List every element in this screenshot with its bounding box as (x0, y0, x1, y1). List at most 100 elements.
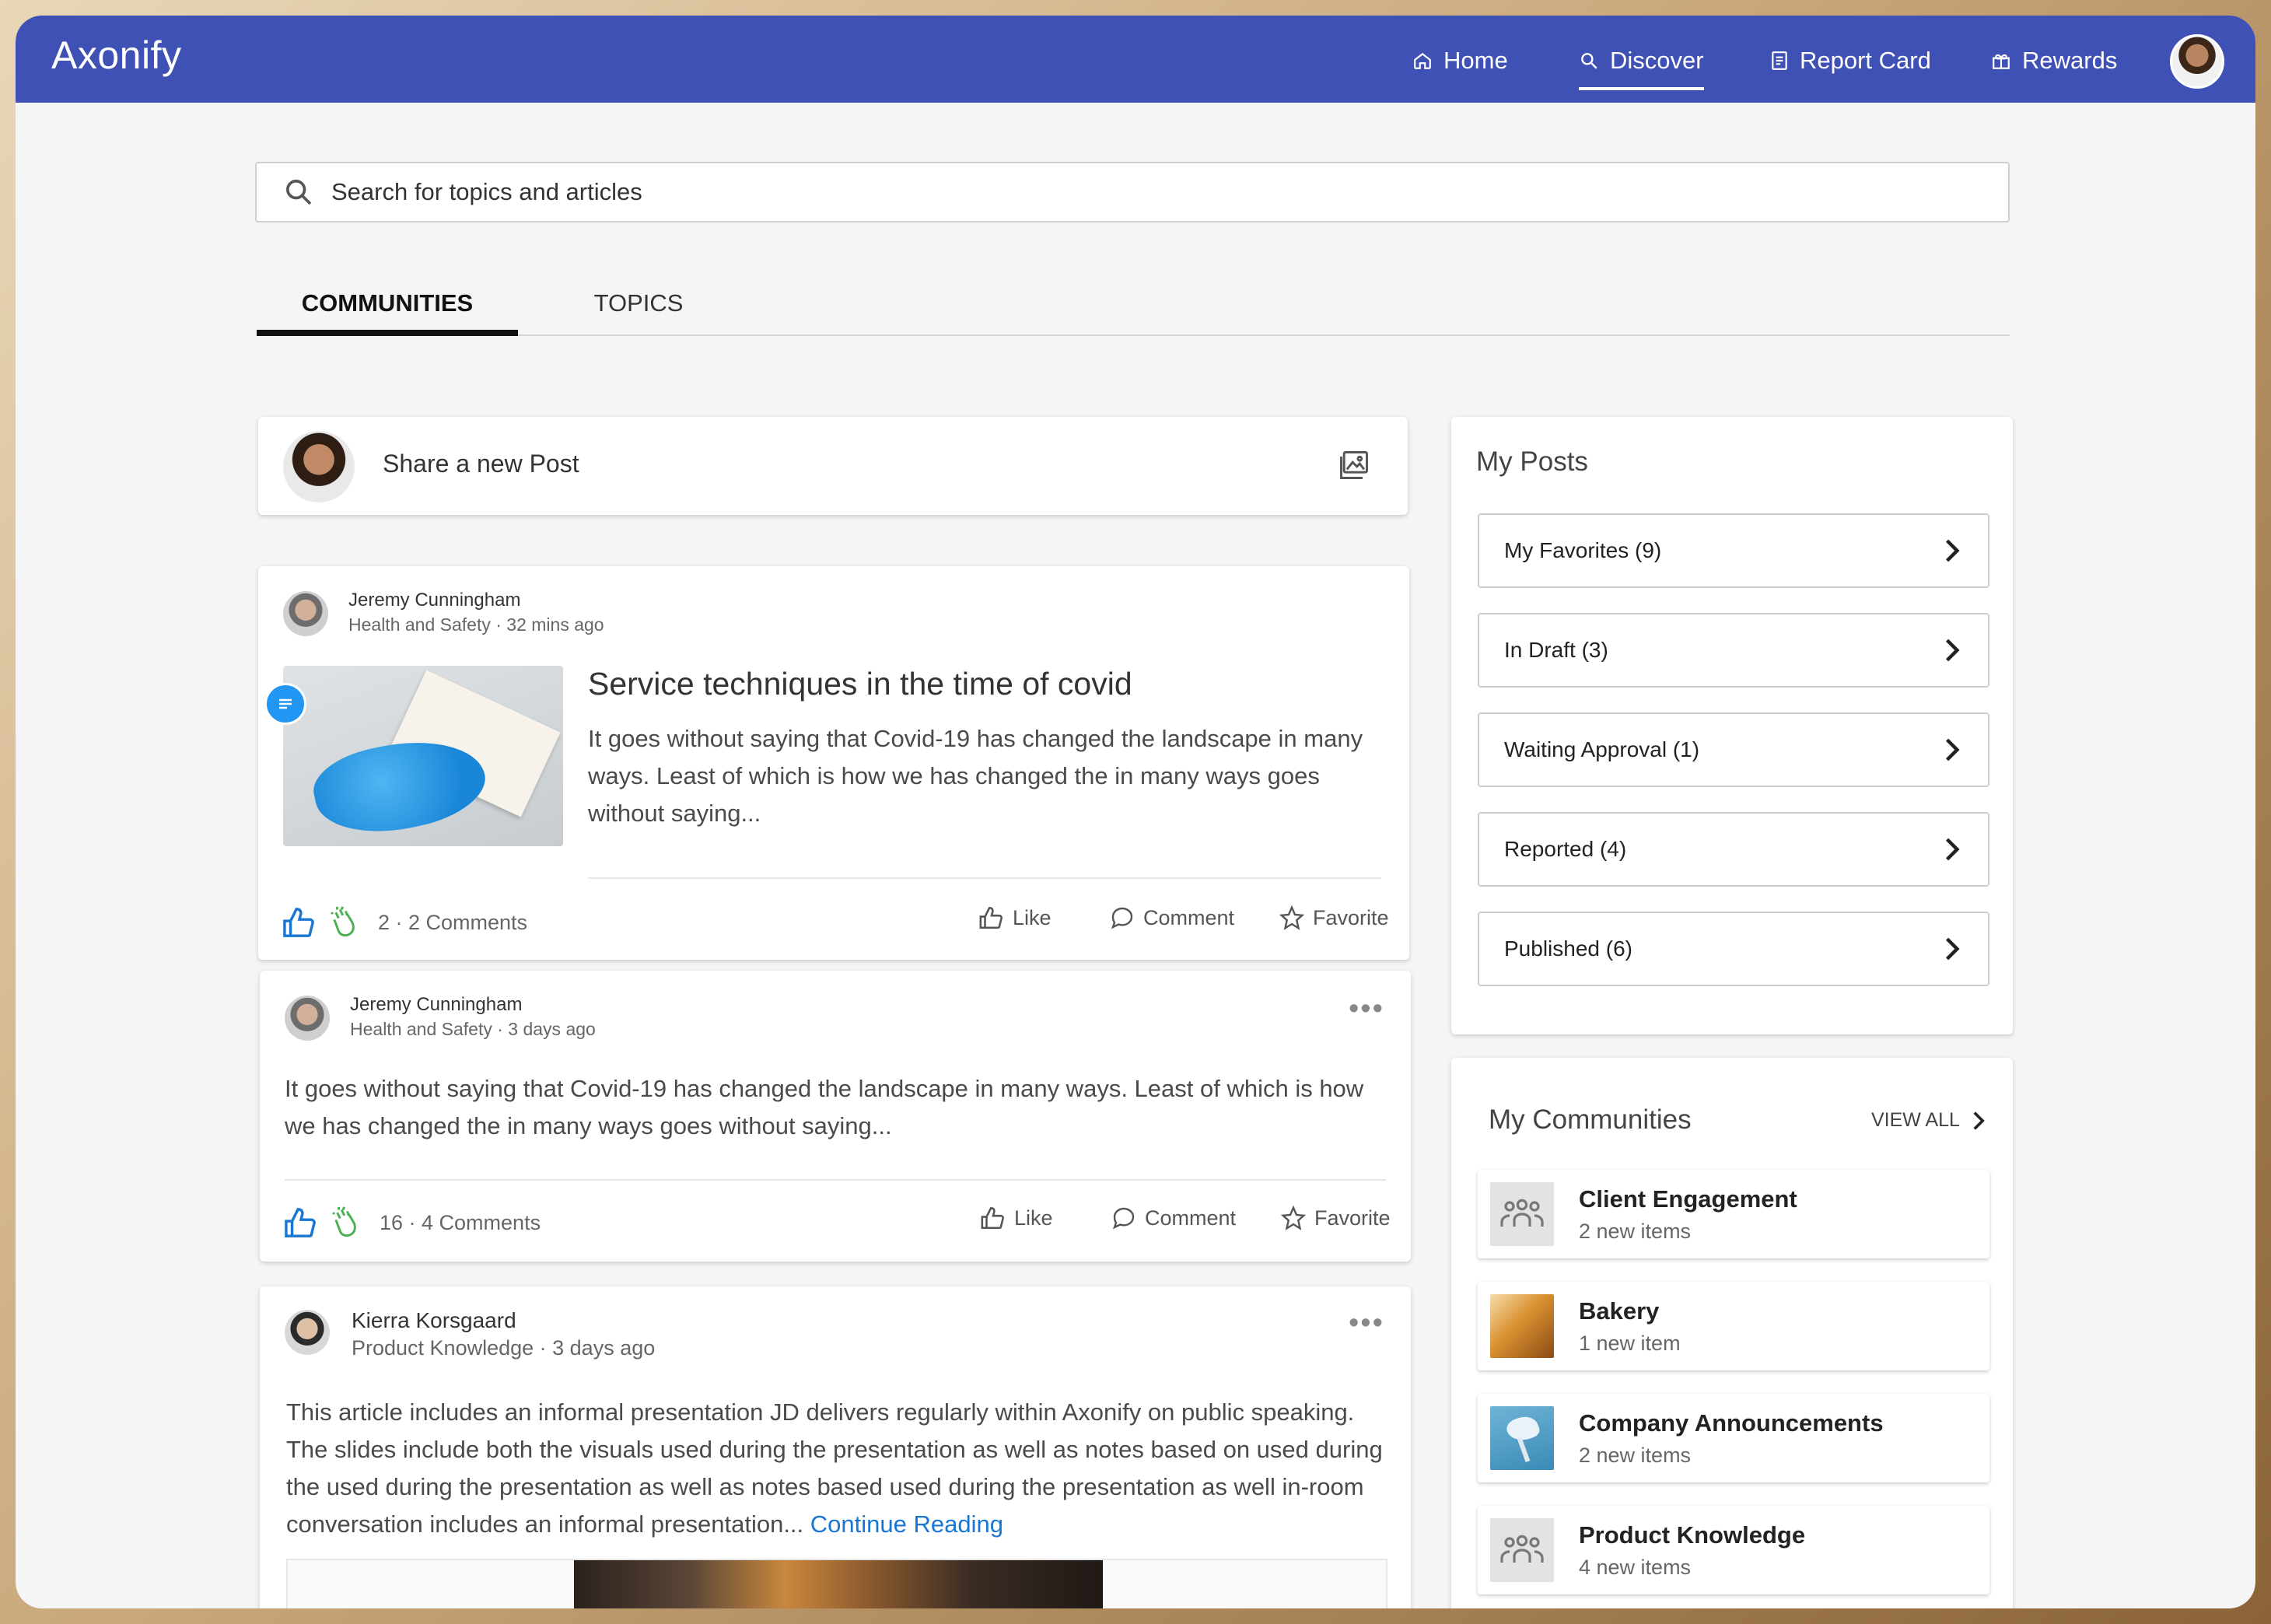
chevron-right-icon (1946, 738, 1960, 761)
like-label: Like (1014, 1206, 1053, 1230)
post-author[interactable]: Jeremy Cunningham (348, 590, 520, 611)
my-posts-item-waiting-approval[interactable]: Waiting Approval (1) (1478, 712, 1989, 787)
comment-label: Comment (1145, 1206, 1237, 1230)
favorite-label: Favorite (1313, 905, 1389, 929)
avatar (283, 591, 328, 636)
clap-icon (332, 1206, 356, 1237)
post-thumbnail[interactable] (283, 666, 563, 846)
community-item-product-knowledge[interactable]: Product Knowledge 4 new items (1478, 1506, 1989, 1594)
comment-icon (1112, 1207, 1135, 1230)
nav-discover[interactable]: Discover (1579, 42, 1704, 90)
people-icon (1490, 1182, 1554, 1246)
home-icon (1414, 52, 1431, 69)
community-item-bakery[interactable]: Bakery 1 new item (1478, 1282, 1989, 1370)
star-icon (1280, 1206, 1307, 1230)
nav-home[interactable]: Home (1412, 42, 1508, 79)
my-posts-item-favorites[interactable]: My Favorites (9) (1478, 513, 1989, 588)
post-meta: Health and Safety · 3 days ago (350, 1019, 596, 1039)
my-posts-title: My Posts (1476, 446, 1588, 477)
like-button[interactable]: Like (978, 905, 1052, 930)
reaction-stats: 16 · 4 Comments (380, 1210, 541, 1234)
view-all-label: VIEW ALL (1871, 1109, 1960, 1131)
user-avatar[interactable] (2170, 34, 2224, 89)
community-name: Bakery (1579, 1297, 1660, 1325)
nav-report-card[interactable]: Report Card (1770, 42, 1931, 79)
tab-communities[interactable]: COMMUNITIES (257, 272, 518, 336)
post-card: Jeremy Cunningham Health and Safety · 32… (258, 566, 1409, 960)
share-post-card[interactable]: Share a new Post (258, 417, 1408, 515)
community-item-client-engagement[interactable]: Client Engagement 2 new items (1478, 1170, 1989, 1258)
my-posts-item-label: Published (6) (1504, 936, 1632, 961)
app-logo[interactable]: Axonify (51, 33, 181, 78)
app-window: Axonify Home Discover Report Card Reward… (16, 16, 2255, 1608)
my-posts-item-label: In Draft (3) (1504, 638, 1608, 662)
nav-home-label: Home (1443, 47, 1508, 74)
thumbs-up-icon (283, 908, 314, 937)
my-posts-item-published[interactable]: Published (6) (1478, 912, 1989, 986)
nav-discover-label: Discover (1610, 47, 1704, 74)
search-input[interactable] (330, 177, 1811, 207)
my-posts-item-label: Waiting Approval (1) (1504, 737, 1700, 761)
community-new-items: 4 new items (1579, 1556, 1692, 1579)
post-card: Jeremy Cunningham Health and Safety · 3 … (260, 971, 1411, 1262)
continue-reading-link[interactable]: Continue Reading (810, 1510, 1003, 1538)
chevron-right-icon (1946, 539, 1960, 562)
avatar (285, 1310, 330, 1355)
star-icon (1279, 905, 1305, 930)
more-options-icon[interactable]: ••• (1349, 992, 1384, 1026)
post-meta: Health and Safety · 32 mins ago (348, 614, 604, 635)
community-name: Product Knowledge (1579, 1521, 1806, 1549)
reactions[interactable]: 2 · 2 Comments (282, 905, 527, 940)
post-meta: Product Knowledge · 3 days ago (352, 1336, 656, 1360)
my-posts-item-draft[interactable]: In Draft (3) (1478, 613, 1989, 688)
tab-topics[interactable]: TOPICS (565, 272, 712, 334)
chevron-right-icon (1973, 1111, 1985, 1130)
clap-icon (331, 906, 355, 937)
reactions[interactable]: 16 · 4 Comments (283, 1206, 541, 1240)
post-image[interactable] (286, 1559, 1387, 1608)
thumbs-up-icon (979, 906, 1003, 929)
chevron-right-icon (1946, 937, 1960, 961)
reaction-stats: 2 · 2 Comments (378, 910, 528, 934)
view-all-link[interactable]: VIEW ALL (1871, 1109, 1985, 1132)
people-icon (1490, 1518, 1554, 1582)
my-posts-item-label: My Favorites (9) (1504, 538, 1662, 562)
comment-button[interactable]: Comment (1111, 1206, 1236, 1230)
chevron-right-icon (1946, 639, 1960, 662)
post-card: Kierra Korsgaard Product Knowledge · 3 d… (260, 1286, 1411, 1608)
favorite-button[interactable]: Favorite (1280, 1206, 1391, 1230)
nav-rewards[interactable]: Rewards (1991, 42, 2117, 79)
avatar (283, 431, 355, 502)
nav-rewards-label: Rewards (2022, 47, 2118, 74)
avatar (285, 996, 330, 1041)
chevron-right-icon (1946, 838, 1960, 861)
nav-report-card-label: Report Card (1800, 47, 1931, 74)
comment-button[interactable]: Comment (1109, 905, 1234, 930)
image-upload-icon[interactable] (1336, 448, 1372, 482)
community-new-items: 2 new items (1579, 1220, 1692, 1243)
my-posts-item-reported[interactable]: Reported (4) (1478, 812, 1989, 887)
like-button[interactable]: Like (980, 1206, 1053, 1230)
post-body: This article includes an informal presen… (286, 1394, 1391, 1543)
post-author[interactable]: Jeremy Cunningham (350, 994, 522, 1016)
community-name: Company Announcements (1579, 1409, 1884, 1437)
thumbs-up-icon (285, 1208, 316, 1237)
search-icon (286, 180, 312, 205)
community-new-items: 2 new items (1579, 1444, 1692, 1467)
search-icon (1581, 53, 1597, 69)
gift-icon (1993, 54, 2010, 69)
community-name: Client Engagement (1579, 1185, 1797, 1213)
bakery-photo (1490, 1294, 1554, 1358)
more-options-icon[interactable]: ••• (1349, 1307, 1384, 1340)
post-title[interactable]: Service techniques in the time of covid (588, 666, 1132, 702)
post-author[interactable]: Kierra Korsgaard (352, 1308, 516, 1333)
my-communities-title: My Communities (1489, 1104, 1692, 1135)
favorite-button[interactable]: Favorite (1279, 905, 1389, 930)
post-body: It goes without saying that Covid-19 has… (285, 1075, 1364, 1139)
article-badge-icon (264, 683, 306, 725)
comment-icon (1111, 907, 1133, 929)
comment-label: Comment (1143, 905, 1235, 929)
divider (285, 1179, 1386, 1181)
community-item-company-announcements[interactable]: Company Announcements 2 new items (1478, 1394, 1989, 1482)
divider (588, 877, 1381, 879)
